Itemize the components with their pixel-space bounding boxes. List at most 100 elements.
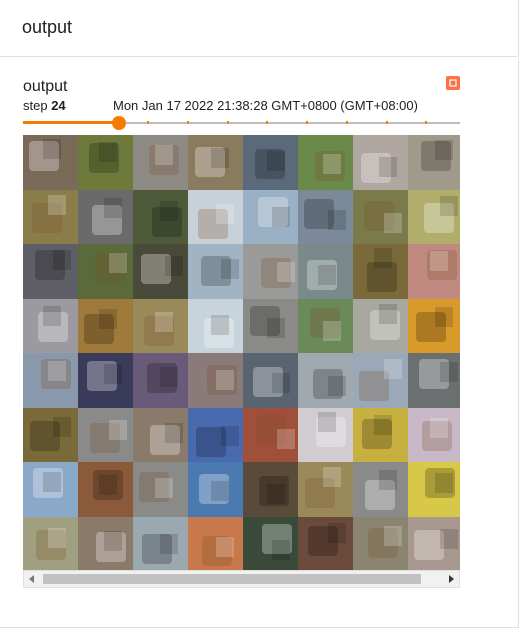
image-tile [408,353,460,408]
arrow-right-icon [449,575,454,583]
image-tile [298,462,353,517]
image-tile [78,353,133,408]
image-tile [188,407,243,462]
image-tile [78,516,133,571]
scrollbar-thumb[interactable] [43,574,421,584]
tile-shape [48,361,66,381]
tile-shape [435,306,453,327]
image-tile [78,135,133,190]
image-tile [23,244,78,299]
image-tile [353,298,408,353]
slider-tick [147,121,149,124]
tile-shape [318,265,336,285]
image-tile [408,189,460,244]
tile-shape [384,212,402,233]
tile-shape [379,157,397,177]
expand-icon [449,79,457,87]
tile-shape [374,248,392,268]
tile-shape [435,140,453,160]
tile-shape [155,145,173,165]
horizontal-scrollbar[interactable] [23,570,460,588]
image-tile [298,407,353,462]
image-card: output step 24 Mon Jan 17 2022 21:38:28 … [0,57,517,627]
tile-shape [430,417,448,438]
tile-shape [53,250,71,270]
image-tile [78,462,133,517]
tile-shape [53,416,71,437]
image-tile [133,516,188,571]
slider-tick [187,121,189,124]
step-label: step [23,98,48,113]
image-tile [353,462,408,517]
image-grid [23,135,460,571]
slider-fill [23,121,119,124]
image-tile [133,135,188,190]
slider-thumb[interactable] [112,116,126,130]
image-tile [133,462,188,517]
slider-tick [346,121,348,124]
tile-shape [435,473,453,493]
tile-shape [221,425,239,446]
tile-shape [99,308,117,329]
tile-shape [104,197,122,218]
image-tile [353,353,408,408]
image-tile [298,353,353,408]
image-tile [243,516,298,571]
image-tile [243,189,298,244]
image-tile [78,244,133,299]
image-tile [188,135,243,190]
tile-shape [48,194,66,215]
slider-tick [425,121,427,124]
tile-shape [216,536,234,557]
arrow-left-icon [29,575,34,583]
expand-button[interactable] [446,76,460,90]
image-tile [408,298,460,353]
tile-shape [272,373,290,393]
tile-shape [99,475,117,495]
image-tile [188,298,243,353]
tile-shape [430,251,448,271]
tile-shape [328,209,346,230]
image-tile [23,353,78,408]
timestamp: Mon Jan 17 2022 21:38:28 GMT+0800 (GMT+0… [113,98,418,113]
image-tile [353,135,408,190]
image-tile [298,516,353,571]
tile-shape [216,203,234,224]
group-title: output [22,17,73,37]
image-tile [78,189,133,244]
image-tile [298,135,353,190]
step-slider[interactable] [23,115,460,131]
image-tile [188,516,243,571]
image-tile [243,298,298,353]
image-tile [298,189,353,244]
image-tile [23,189,78,244]
scroll-right-button[interactable] [443,571,459,587]
tile-shape [277,262,295,282]
image-tile [408,135,460,190]
tile-shape [323,320,341,341]
slider-tick [227,121,229,124]
tile-shape [440,195,458,216]
image-viewport [23,135,460,571]
tile-shape [318,411,336,432]
tile-shape [211,148,229,168]
scroll-left-button[interactable] [24,571,40,587]
image-tile [408,244,460,299]
tile-shape [328,376,346,396]
tile-shape [155,478,173,498]
step-value: 24 [51,98,66,113]
card-title: output [23,78,68,95]
image-tile [23,298,78,353]
image-tile [188,189,243,244]
image-tile [298,244,353,299]
tile-shape [384,359,402,379]
group-header[interactable]: output [0,0,517,57]
image-tile [353,244,408,299]
tile-shape [43,472,61,492]
tile-shape [109,253,127,273]
image-tile [243,244,298,299]
tile-shape [43,139,61,159]
image-tile [188,353,243,408]
slider-tick [266,121,268,124]
tile-shape [160,533,178,554]
